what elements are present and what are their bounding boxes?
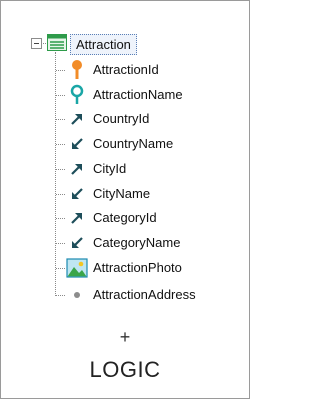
tree-connector xyxy=(56,169,65,170)
tree-item-attractionaddress[interactable]: AttractionAddress xyxy=(66,284,246,306)
tree-root-label[interactable]: Attraction xyxy=(70,34,137,55)
attribute-dot-icon xyxy=(66,284,88,306)
logic-caption: LOGIC xyxy=(89,357,161,382)
structure-tree: Attraction AttractionId AttractionName C… xyxy=(0,0,250,320)
tree-item-attractionname[interactable]: AttractionName xyxy=(66,84,246,106)
description-key-icon xyxy=(66,84,88,106)
tree-connector-vertical xyxy=(55,52,56,296)
tree-item-label: AttractionName xyxy=(93,87,183,102)
inferred-attribute-icon xyxy=(66,133,88,155)
foreign-key-icon xyxy=(66,108,88,130)
tree-connector xyxy=(56,194,65,195)
inferred-attribute-icon xyxy=(66,232,88,254)
foreign-key-icon xyxy=(66,158,88,180)
tree-item-categoryname[interactable]: CategoryName xyxy=(66,232,246,254)
tree-item-label: AttractionId xyxy=(93,62,159,77)
tree-item-attractionid[interactable]: AttractionId xyxy=(66,59,246,81)
tree-item-label: CityName xyxy=(93,186,151,201)
tree-connector xyxy=(56,144,65,145)
tree-item-attractionphoto[interactable]: AttractionPhoto xyxy=(66,257,246,279)
foreign-key-icon xyxy=(66,207,88,229)
tree-connector xyxy=(56,95,65,96)
inferred-attribute-icon xyxy=(66,183,88,205)
tree-connector xyxy=(56,70,65,71)
transaction-table-icon xyxy=(47,34,67,51)
tree-item-label: CountryName xyxy=(93,136,174,151)
tree-item-label: AttractionPhoto xyxy=(93,260,182,275)
tree-item-cityname[interactable]: CityName xyxy=(66,183,246,205)
tree-connector xyxy=(56,119,65,120)
tree-connector xyxy=(56,295,65,296)
tree-connector xyxy=(56,243,65,244)
tree-item-cityid[interactable]: CityId xyxy=(66,158,246,180)
tree-item-label: CountryId xyxy=(93,111,150,126)
tree-item-label: CategoryId xyxy=(93,210,157,225)
tree-item-label: CategoryName xyxy=(93,235,181,250)
primary-key-icon xyxy=(66,59,88,81)
collapse-toggle[interactable] xyxy=(31,38,42,49)
tree-item-countryid[interactable]: CountryId xyxy=(66,108,246,130)
tree-connector xyxy=(56,268,65,269)
tree-item-categoryid[interactable]: CategoryId xyxy=(66,207,246,229)
plus-sign: + xyxy=(119,327,131,347)
tree-connector xyxy=(56,218,65,219)
image-icon xyxy=(66,257,88,279)
tree-item-label: CityId xyxy=(93,161,127,176)
tree-item-countryname[interactable]: CountryName xyxy=(66,133,246,155)
tree-item-label: AttractionAddress xyxy=(93,287,196,302)
